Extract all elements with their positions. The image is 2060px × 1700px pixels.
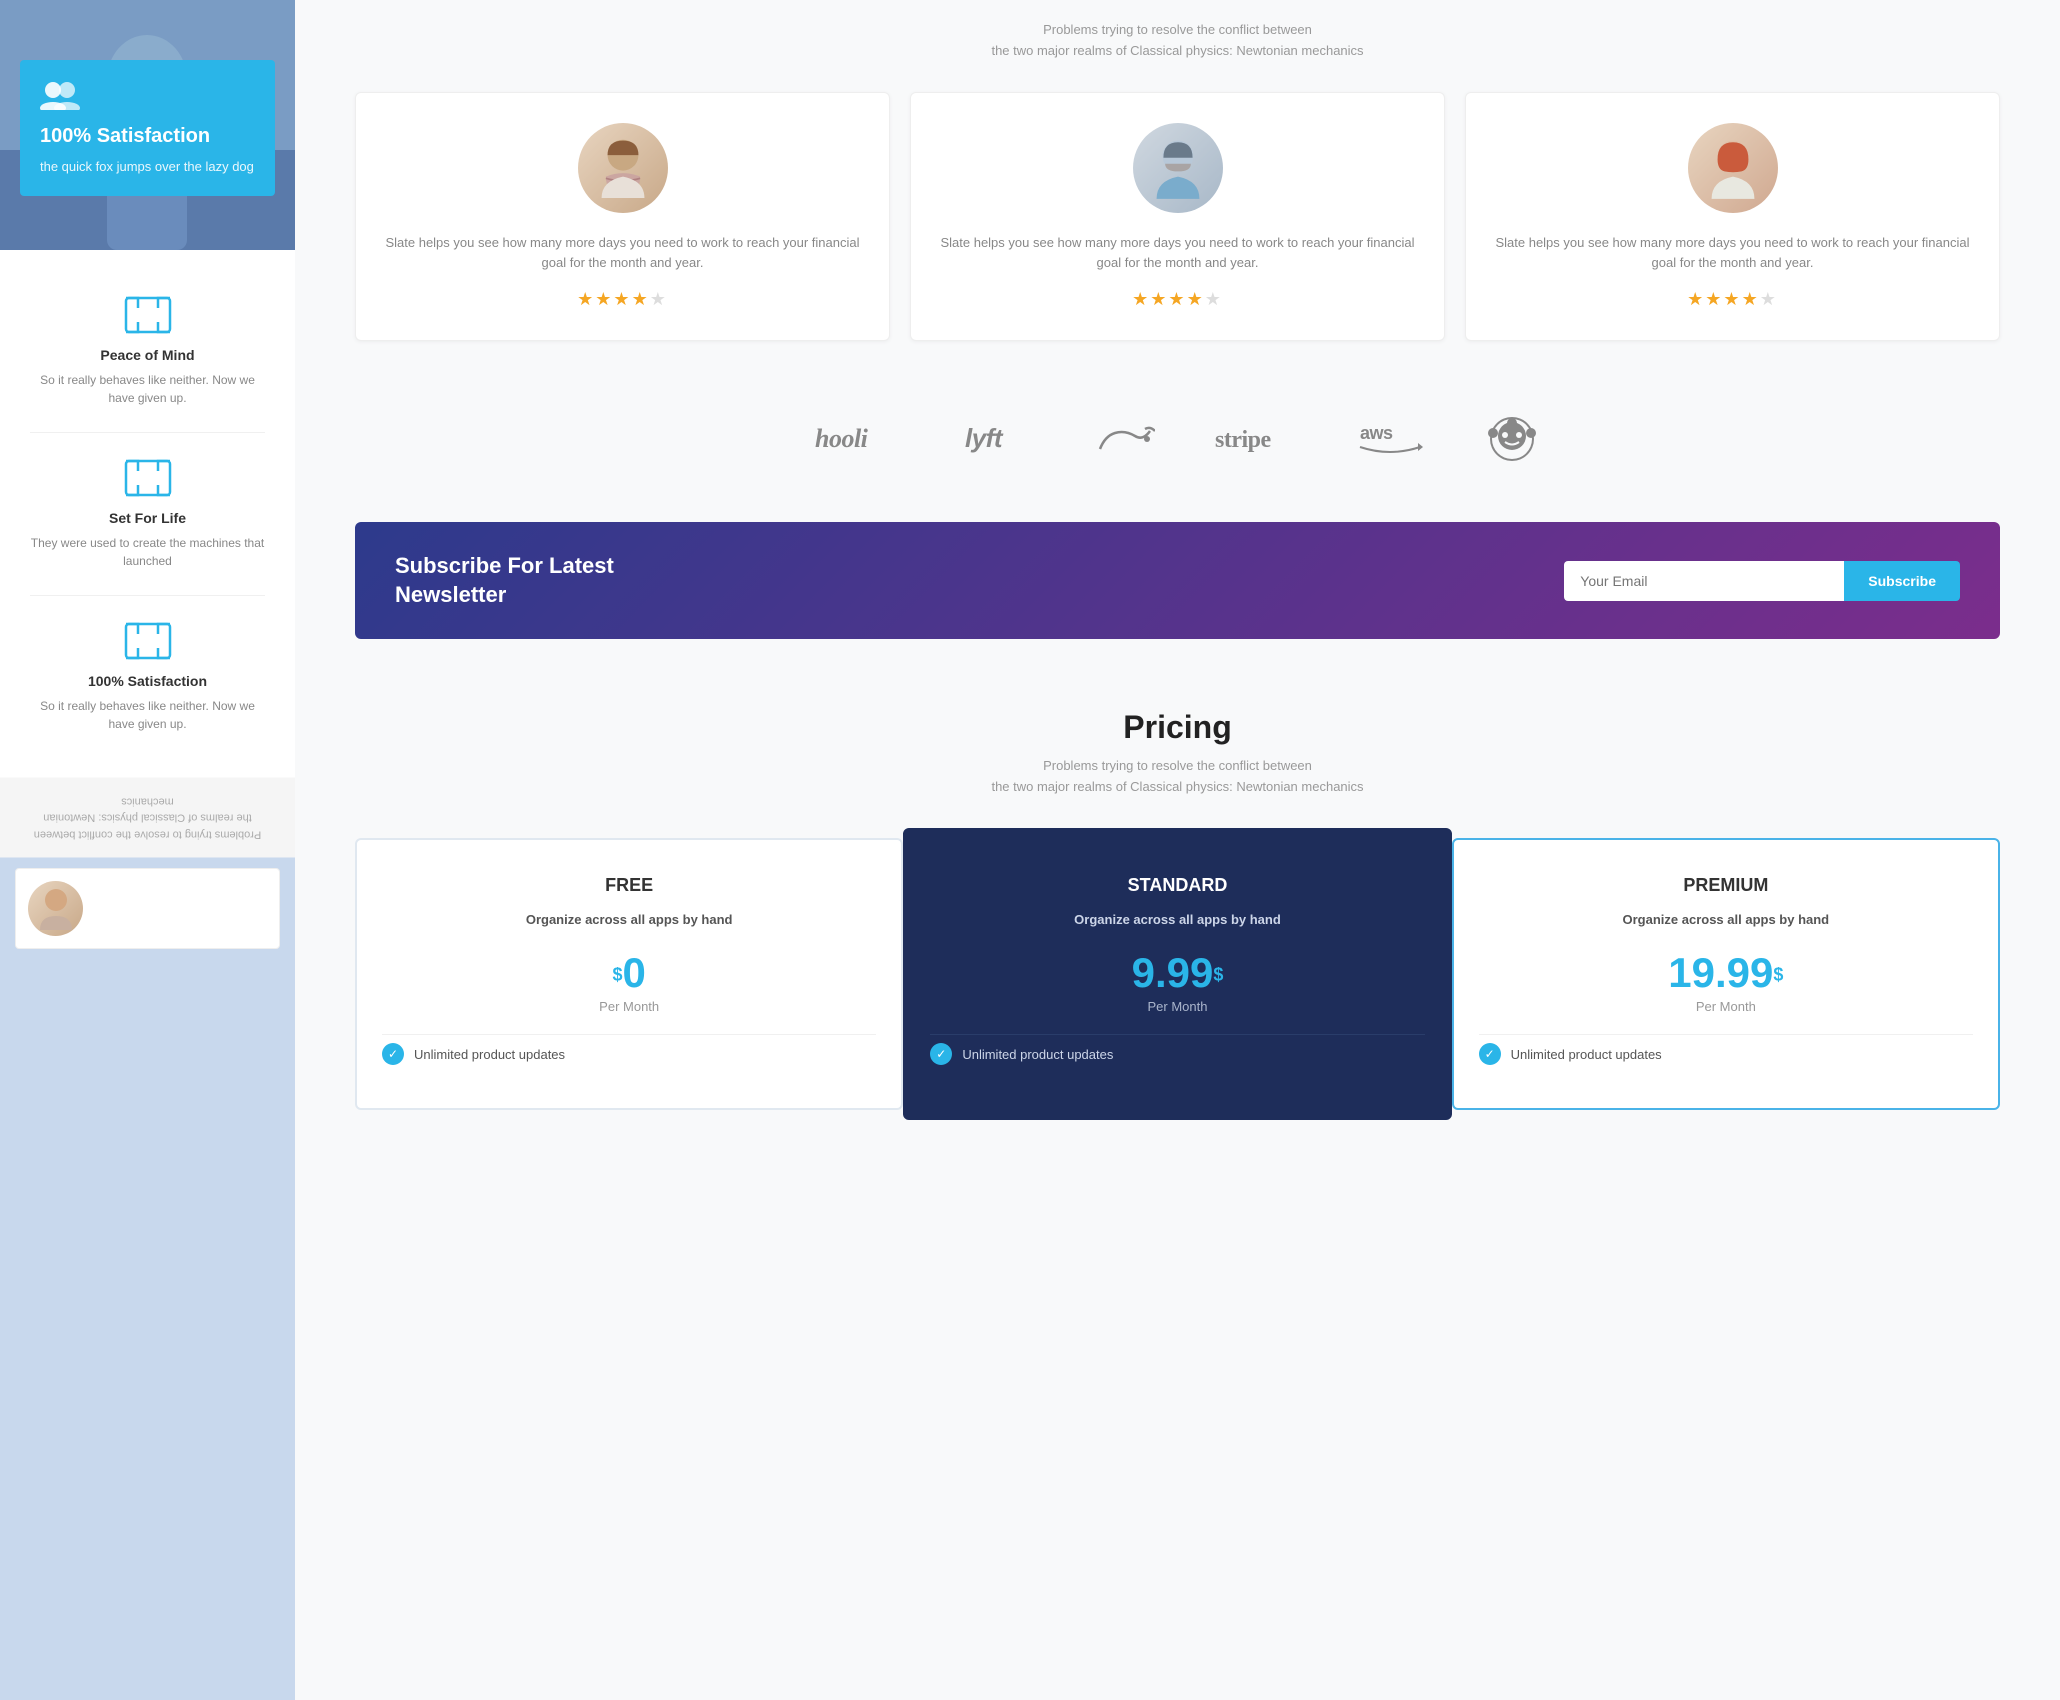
- price-amount-premium: 19.99: [1668, 949, 1773, 996]
- check-icon-premium-1: ✓: [1479, 1043, 1501, 1065]
- pricing-subtitle: Problems trying to resolve the conflict …: [355, 756, 2000, 798]
- newsletter-title: Subscribe For LatestNewsletter: [395, 552, 614, 609]
- svg-text:hooli: hooli: [815, 424, 869, 453]
- price-standard: 9.99$ Per Month: [930, 949, 1424, 1014]
- rotated-text-block: Problems trying to resolve the conflict …: [0, 778, 295, 858]
- feature-label-standard-1: Unlimited product updates: [962, 1047, 1113, 1062]
- pricing-subtitle-line2: the two major realms of Classical physic…: [991, 779, 1363, 794]
- feature-premium-1: ✓ Unlimited product updates: [1479, 1034, 1973, 1073]
- newsletter-form[interactable]: Subscribe: [1564, 561, 1960, 601]
- logo-aws: aws: [1355, 419, 1425, 465]
- main-content: Problems trying to resolve the conflict …: [295, 0, 2060, 1700]
- pricing-section: Pricing Problems trying to resolve the c…: [295, 689, 2060, 1160]
- hero-title: 100% Satisfaction: [40, 125, 255, 148]
- plan-desc-standard: Organize across all apps by hand: [930, 911, 1424, 929]
- logo-hooli: hooli: [815, 421, 905, 463]
- price-premium: 19.99$ Per Month: [1479, 949, 1973, 1014]
- price-amount-free: 0: [622, 949, 645, 996]
- price-amount-standard: 9.99: [1132, 949, 1214, 996]
- testimonial-card-2: Slate helps you see how many more days y…: [910, 92, 1445, 342]
- price-sup-standard: $: [1213, 965, 1223, 985]
- plan-name-standard: STANDARD: [930, 875, 1424, 896]
- hero-icon: [40, 80, 255, 117]
- check-icon-free-1: ✓: [382, 1043, 404, 1065]
- rotated-text: Problems trying to resolve the conflict …: [25, 793, 270, 843]
- stars-3: ★★★★★: [1486, 289, 1979, 310]
- stars-2: ★★★★★: [931, 289, 1424, 310]
- pricing-subtitle-line1: Problems trying to resolve the conflict …: [1043, 758, 1312, 773]
- pricing-card-free: FREE Organize across all apps by hand $0…: [355, 838, 903, 1110]
- feature-desc-satisfaction: So it really behaves like neither. Now w…: [30, 697, 265, 733]
- stars-1: ★★★★★: [376, 289, 869, 310]
- feature-desc-peace: So it really behaves like neither. Now w…: [30, 371, 265, 407]
- testimonials-section: Slate helps you see how many more days y…: [295, 92, 2060, 382]
- newsletter-section: Subscribe For LatestNewsletter Subscribe: [355, 522, 2000, 639]
- plan-name-premium: PREMIUM: [1479, 875, 1973, 896]
- feature-label-premium-1: Unlimited product updates: [1511, 1047, 1662, 1062]
- testimonial-text-1: Slate helps you see how many more days y…: [376, 233, 869, 275]
- intro-line1: Problems trying to resolve the conflict …: [355, 20, 2000, 41]
- feature-item-life: Set For Life They were used to create th…: [30, 433, 265, 596]
- svg-text:aws: aws: [1360, 423, 1393, 443]
- feature-desc-life: They were used to create the machines th…: [30, 534, 265, 570]
- testimonial-card-1: Slate helps you see how many more days y…: [355, 92, 890, 342]
- sidebar-testimonial-preview: [15, 868, 280, 949]
- intro-line2: the two major realms of Classical physic…: [355, 41, 2000, 62]
- sidebar-features: Peace of Mind So it really behaves like …: [0, 250, 295, 778]
- sidebar-hero: 100% Satisfaction the quick fox jumps ov…: [0, 0, 295, 250]
- sidebar-avatar: [28, 881, 83, 936]
- price-period-free: Per Month: [382, 999, 876, 1014]
- check-icon-standard-1: ✓: [930, 1043, 952, 1065]
- section-intro: Problems trying to resolve the conflict …: [295, 0, 2060, 92]
- hero-card: 100% Satisfaction the quick fox jumps ov…: [20, 60, 275, 196]
- price-sup-free: $: [612, 965, 622, 985]
- svg-text:stripe: stripe: [1215, 427, 1272, 453]
- plan-desc-free: Organize across all apps by hand: [382, 911, 876, 929]
- sidebar: 100% Satisfaction the quick fox jumps ov…: [0, 0, 295, 1700]
- testimonial-text-3: Slate helps you see how many more days y…: [1486, 233, 1979, 275]
- pricing-cards: FREE Organize across all apps by hand $0…: [355, 838, 2000, 1120]
- pricing-card-premium: PREMIUM Organize across all apps by hand…: [1452, 838, 2000, 1110]
- logo-pied-piper: [1095, 421, 1155, 462]
- life-icon: [123, 458, 173, 498]
- feature-title-satisfaction: 100% Satisfaction: [88, 673, 207, 689]
- logo-stripe: stripe: [1215, 421, 1295, 462]
- feature-title-life: Set For Life: [109, 510, 186, 526]
- price-period-premium: Per Month: [1479, 999, 1973, 1014]
- feature-standard-1: ✓ Unlimited product updates: [930, 1034, 1424, 1073]
- feature-title-peace: Peace of Mind: [100, 347, 194, 363]
- feature-label-free-1: Unlimited product updates: [414, 1047, 565, 1062]
- hero-text: the quick fox jumps over the lazy dog: [40, 158, 255, 176]
- testimonial-text-2: Slate helps you see how many more days y…: [931, 233, 1424, 275]
- feature-free-1: ✓ Unlimited product updates: [382, 1034, 876, 1073]
- logo-lyft: lyft: [965, 421, 1035, 463]
- feature-item-peace: Peace of Mind So it really behaves like …: [30, 270, 265, 433]
- plan-desc-premium: Organize across all apps by hand: [1479, 911, 1973, 929]
- feature-item-satisfaction: 100% Satisfaction So it really behaves l…: [30, 596, 265, 758]
- pricing-card-standard: STANDARD Organize across all apps by han…: [903, 828, 1451, 1120]
- avatar-2: [1133, 123, 1223, 213]
- satisfaction-icon: [123, 621, 173, 661]
- svg-text:lyft: lyft: [965, 423, 1004, 453]
- pricing-title: Pricing: [355, 709, 2000, 746]
- newsletter-email-input[interactable]: [1564, 561, 1844, 601]
- logos-section: hooli lyft stripe aws: [295, 381, 2060, 522]
- price-period-standard: Per Month: [930, 999, 1424, 1014]
- newsletter-subscribe-button[interactable]: Subscribe: [1844, 561, 1960, 601]
- peace-icon: [123, 295, 173, 335]
- price-sup-premium: $: [1773, 965, 1783, 985]
- price-free: $0 Per Month: [382, 949, 876, 1014]
- avatar-3: [1688, 123, 1778, 213]
- avatar-1: [578, 123, 668, 213]
- plan-name-free: FREE: [382, 875, 876, 896]
- logo-reddit: [1485, 411, 1540, 472]
- testimonial-card-3: Slate helps you see how many more days y…: [1465, 92, 2000, 342]
